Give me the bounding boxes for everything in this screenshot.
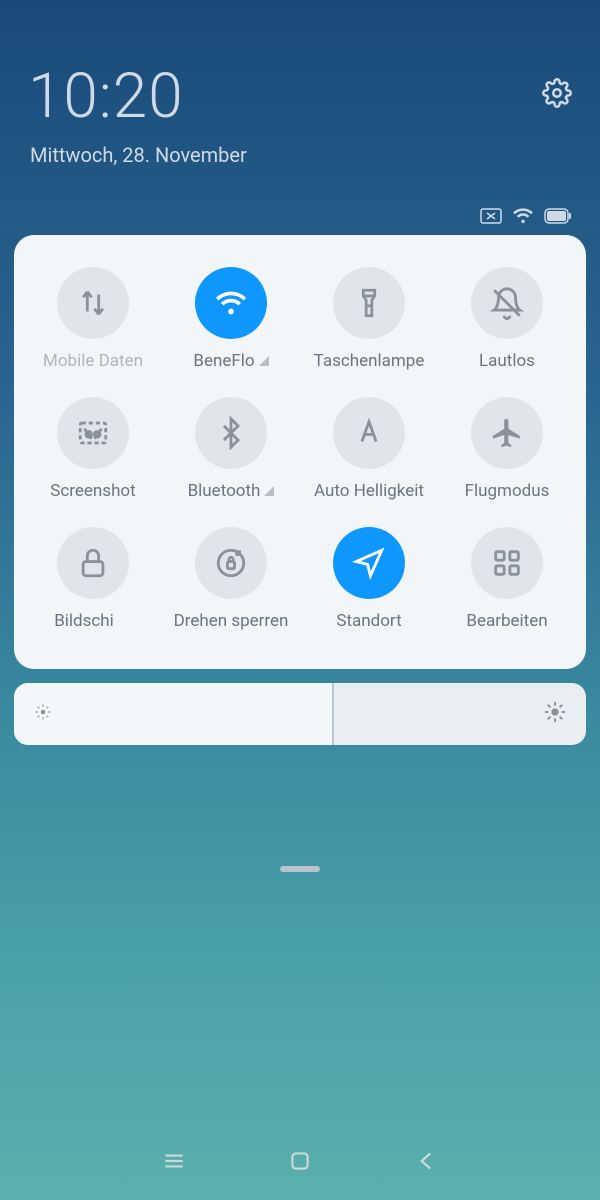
tile-mute[interactable]: Lautlos [438, 259, 576, 389]
brightness-low-icon [34, 703, 52, 725]
tile-label: Bildschi [54, 611, 114, 631]
settings-gear-icon[interactable] [542, 78, 572, 112]
tile-wifi[interactable]: BeneFlo [162, 259, 300, 389]
date-label: Mittwoch, 28. November [0, 143, 600, 167]
rotate-lock-icon[interactable] [195, 527, 267, 599]
tile-airplane[interactable]: Flugmodus [438, 389, 576, 519]
signal-indicator-icon [264, 486, 274, 496]
wifi-icon[interactable] [195, 267, 267, 339]
tile-edit[interactable]: Bearbeiten [438, 519, 576, 649]
home-button[interactable] [287, 1148, 313, 1178]
tile-bluetooth[interactable]: Bluetooth [162, 389, 300, 519]
tile-auto-bright[interactable]: Auto Helligkeit [300, 389, 438, 519]
tile-label: Auto Helligkeit [314, 481, 424, 501]
tile-label: Taschenlampe [314, 351, 425, 371]
tile-label: Bearbeiten [466, 611, 547, 631]
tile-location[interactable]: Standort [300, 519, 438, 649]
tile-screenshot[interactable]: Screenshot [24, 389, 162, 519]
edit-icon[interactable] [471, 527, 543, 599]
quick-settings-panel: Mobile Daten BeneFlo Taschenlampe Lautlos Sc… [14, 235, 586, 669]
bluetooth-icon[interactable] [195, 397, 267, 469]
mobile-data-icon[interactable] [57, 267, 129, 339]
mute-icon[interactable] [471, 267, 543, 339]
tile-label: Mobile Daten [43, 351, 143, 371]
flashlight-icon[interactable] [333, 267, 405, 339]
tile-lock[interactable]: Bildschi [24, 519, 162, 649]
sim-off-icon [480, 208, 502, 224]
wifi-status-icon [512, 207, 534, 225]
battery-status-icon [544, 208, 572, 224]
tile-flashlight[interactable]: Taschenlampe [300, 259, 438, 389]
tile-label: Bluetooth [188, 481, 261, 501]
back-button[interactable] [414, 1148, 440, 1178]
auto-bright-icon[interactable] [333, 397, 405, 469]
status-icons [0, 207, 600, 225]
lock-icon[interactable] [57, 527, 129, 599]
tile-rotate-lock[interactable]: Drehen sperren [162, 519, 300, 649]
navigation-bar [0, 1148, 600, 1178]
location-icon[interactable] [333, 527, 405, 599]
tile-label: Lautlos [479, 351, 535, 371]
airplane-icon[interactable] [471, 397, 543, 469]
tile-label: Standort [336, 611, 401, 631]
tile-label: Screenshot [50, 481, 135, 501]
brightness-high-icon [544, 701, 566, 727]
brightness-slider[interactable] [14, 683, 586, 745]
signal-indicator-icon [259, 356, 269, 366]
tile-label: Flugmodus [465, 481, 550, 501]
drag-handle[interactable] [280, 866, 320, 872]
tile-label: BeneFlo [193, 351, 254, 371]
tile-mobile-data[interactable]: Mobile Daten [24, 259, 162, 389]
recent-apps-button[interactable] [161, 1148, 187, 1178]
clock-time: 10:20 [28, 60, 184, 133]
tile-label: Drehen sperren [174, 611, 289, 631]
screenshot-icon[interactable] [57, 397, 129, 469]
